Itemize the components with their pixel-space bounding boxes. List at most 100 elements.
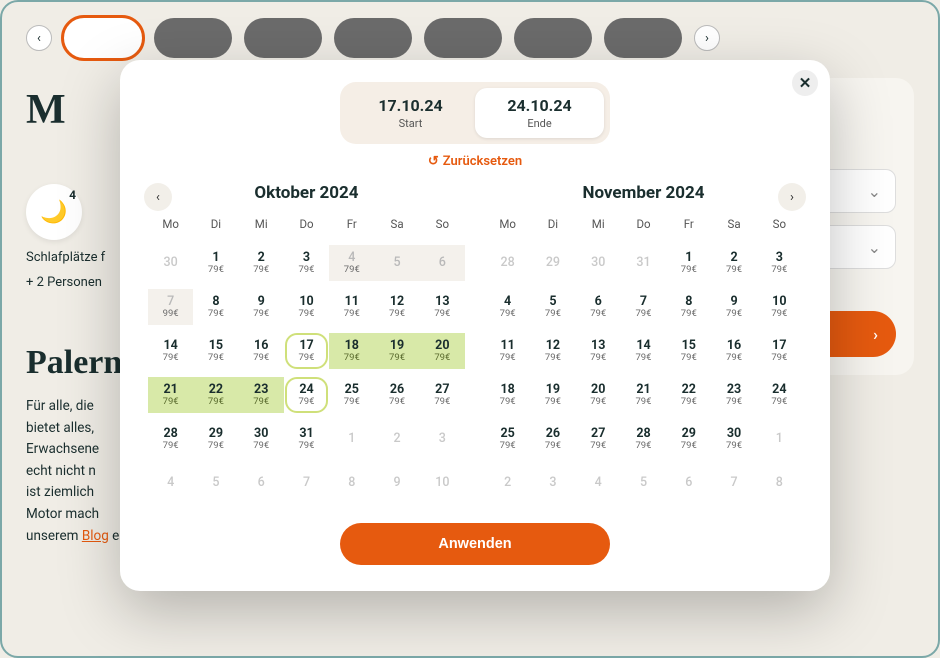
thumbnail[interactable] bbox=[604, 18, 682, 58]
calendar-day[interactable]: 2779€ bbox=[420, 377, 465, 413]
day-number: 20 bbox=[435, 339, 449, 353]
calendar-day[interactable]: 5 bbox=[374, 245, 419, 281]
thumbnail[interactable] bbox=[514, 18, 592, 58]
day-price: 79€ bbox=[163, 396, 179, 407]
day-number: 19 bbox=[546, 383, 560, 397]
calendar-day[interactable]: 2579€ bbox=[485, 421, 530, 457]
calendar-day[interactable]: 1779€ bbox=[757, 333, 802, 369]
calendar-day[interactable]: 2779€ bbox=[576, 421, 621, 457]
calendar-day[interactable]: 1079€ bbox=[757, 289, 802, 325]
calendar-day[interactable]: 1679€ bbox=[711, 333, 756, 369]
start-date-tab[interactable]: 17.10.24 Start bbox=[346, 88, 475, 138]
prev-month-button[interactable]: ‹ bbox=[144, 183, 172, 211]
calendar-day[interactable]: 379€ bbox=[757, 245, 802, 281]
carousel-next-button[interactable]: › bbox=[694, 25, 720, 51]
close-button[interactable]: ✕ bbox=[792, 70, 818, 96]
calendar-day[interactable]: 2479€ bbox=[285, 377, 328, 413]
calendar-day[interactable]: 1679€ bbox=[239, 333, 284, 369]
calendar-day[interactable]: 679€ bbox=[576, 289, 621, 325]
calendar-day[interactable]: 2979€ bbox=[193, 421, 238, 457]
thumbnail[interactable] bbox=[334, 18, 412, 58]
calendar-day[interactable]: 3079€ bbox=[239, 421, 284, 457]
calendar-day[interactable]: 6 bbox=[420, 245, 465, 281]
calendar-day[interactable]: 279€ bbox=[239, 245, 284, 281]
calendar-day[interactable]: 2279€ bbox=[666, 377, 711, 413]
calendar-day[interactable]: 2679€ bbox=[530, 421, 575, 457]
day-number: 23 bbox=[254, 383, 268, 397]
carousel-prev-button[interactable]: ‹ bbox=[26, 25, 52, 51]
thumbnail-carousel: ‹ › bbox=[26, 18, 914, 58]
calendar-day[interactable]: 1879€ bbox=[329, 333, 374, 369]
day-number: 26 bbox=[546, 427, 560, 441]
calendar-day[interactable]: 2079€ bbox=[420, 333, 465, 369]
calendar-day[interactable]: 1879€ bbox=[485, 377, 530, 413]
dow-header: Fr bbox=[329, 217, 374, 237]
day-price: 79€ bbox=[681, 440, 697, 451]
end-date-tab[interactable]: 24.10.24 Ende bbox=[475, 88, 604, 138]
calendar-day[interactable]: 799€ bbox=[148, 289, 193, 325]
dow-header: Mo bbox=[485, 217, 530, 237]
calendar-day[interactable]: 2079€ bbox=[576, 377, 621, 413]
calendar-day[interactable]: 1079€ bbox=[284, 289, 329, 325]
calendar-day[interactable]: 1279€ bbox=[374, 289, 419, 325]
calendar-day[interactable]: 479€ bbox=[329, 245, 374, 281]
day-number: 3 bbox=[776, 251, 783, 265]
calendar-day[interactable]: 2179€ bbox=[621, 377, 666, 413]
day-number: 11 bbox=[345, 295, 359, 309]
day-price: 79€ bbox=[590, 352, 606, 363]
calendar-day[interactable]: 779€ bbox=[621, 289, 666, 325]
calendar-day[interactable]: 1179€ bbox=[485, 333, 530, 369]
apply-button[interactable]: Anwenden bbox=[340, 523, 610, 565]
calendar-day[interactable]: 2379€ bbox=[239, 377, 284, 413]
calendar-day[interactable]: 279€ bbox=[711, 245, 756, 281]
calendar-day: 6 bbox=[239, 465, 284, 501]
calendar-day[interactable]: 179€ bbox=[666, 245, 711, 281]
calendar-day[interactable]: 1979€ bbox=[374, 333, 419, 369]
calendar-day[interactable]: 379€ bbox=[284, 245, 329, 281]
calendar-day[interactable]: 2379€ bbox=[711, 377, 756, 413]
day-price: 79€ bbox=[500, 352, 516, 363]
calendar-day[interactable]: 2579€ bbox=[329, 377, 374, 413]
calendar-day[interactable]: 3179€ bbox=[284, 421, 329, 457]
calendar-day[interactable]: 1179€ bbox=[329, 289, 374, 325]
calendar-day[interactable]: 2279€ bbox=[193, 377, 238, 413]
calendar-day[interactable]: 2879€ bbox=[148, 421, 193, 457]
calendar-day[interactable]: 479€ bbox=[485, 289, 530, 325]
day-number: 2 bbox=[504, 476, 511, 490]
thumbnail[interactable] bbox=[64, 18, 142, 58]
calendar-day[interactable]: 2479€ bbox=[757, 377, 802, 413]
day-price: 79€ bbox=[208, 352, 224, 363]
calendar-day[interactable]: 879€ bbox=[193, 289, 238, 325]
calendar-day[interactable]: 2979€ bbox=[666, 421, 711, 457]
calendar-day[interactable]: 1379€ bbox=[576, 333, 621, 369]
thumbnail[interactable] bbox=[244, 18, 322, 58]
reset-button[interactable]: ↺Zurücksetzen bbox=[148, 154, 802, 169]
calendar-day[interactable]: 1579€ bbox=[193, 333, 238, 369]
calendar-day[interactable]: 1279€ bbox=[530, 333, 575, 369]
blog-link[interactable]: Blog bbox=[82, 528, 109, 544]
calendar-day[interactable]: 879€ bbox=[666, 289, 711, 325]
day-price: 79€ bbox=[344, 264, 360, 275]
calendar-day[interactable]: 1379€ bbox=[420, 289, 465, 325]
calendar-day[interactable]: 979€ bbox=[239, 289, 284, 325]
day-price: 79€ bbox=[389, 308, 405, 319]
calendar-day[interactable]: 1979€ bbox=[530, 377, 575, 413]
calendar-day[interactable]: 2179€ bbox=[148, 377, 193, 413]
dow-header: Di bbox=[530, 217, 575, 237]
calendar-day[interactable]: 179€ bbox=[193, 245, 238, 281]
calendar-day[interactable]: 1479€ bbox=[621, 333, 666, 369]
day-number: 31 bbox=[636, 256, 650, 270]
calendar-day[interactable]: 3079€ bbox=[711, 421, 756, 457]
day-price: 79€ bbox=[590, 308, 606, 319]
calendar-day[interactable]: 579€ bbox=[530, 289, 575, 325]
day-number: 3 bbox=[549, 476, 556, 490]
thumbnail[interactable] bbox=[154, 18, 232, 58]
calendar-day[interactable]: 2879€ bbox=[621, 421, 666, 457]
thumbnail[interactable] bbox=[424, 18, 502, 58]
calendar-day[interactable]: 979€ bbox=[711, 289, 756, 325]
calendar-day[interactable]: 2679€ bbox=[374, 377, 419, 413]
calendar-day[interactable]: 1779€ bbox=[285, 333, 328, 369]
calendar-day[interactable]: 1579€ bbox=[666, 333, 711, 369]
calendar-day[interactable]: 1479€ bbox=[148, 333, 193, 369]
next-month-button[interactable]: › bbox=[778, 183, 806, 211]
